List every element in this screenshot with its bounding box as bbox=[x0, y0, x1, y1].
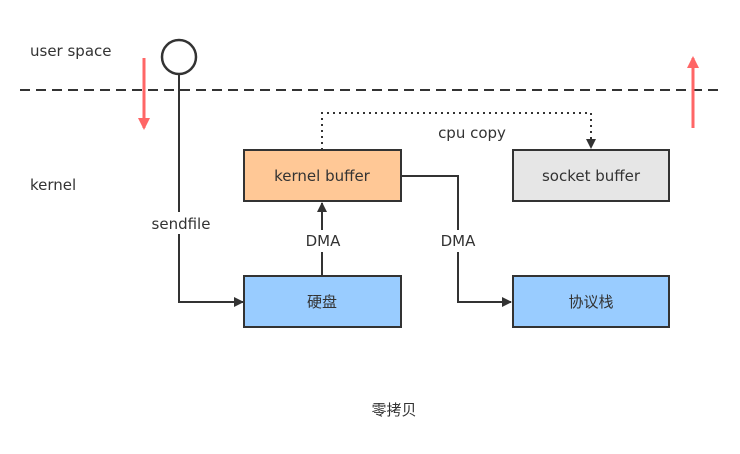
protocol-stack-label: 协议栈 bbox=[568, 293, 613, 311]
zero-copy-diagram: user space kernel sendfile DMA cpu copy … bbox=[0, 0, 740, 450]
user-space-label: user space bbox=[30, 42, 112, 60]
socket-buffer-box: socket buffer bbox=[512, 149, 670, 202]
kernel-buffer-box: kernel buffer bbox=[243, 149, 402, 202]
kernel-buffer-label: kernel buffer bbox=[274, 167, 371, 185]
disk-label: 硬盘 bbox=[307, 293, 337, 311]
dma-left-label: DMA bbox=[306, 232, 341, 250]
sendfile-label: sendfile bbox=[152, 215, 211, 233]
user-process-circle bbox=[160, 38, 198, 76]
disk-box: 硬盘 bbox=[243, 275, 402, 328]
kernel-label: kernel bbox=[30, 176, 76, 194]
cpu-copy-label: cpu copy bbox=[438, 124, 506, 142]
sendfile-arrow bbox=[178, 74, 244, 307]
socket-buffer-label: socket buffer bbox=[542, 167, 641, 185]
protocol-stack-box: 协议栈 bbox=[512, 275, 670, 328]
dma-right-label: DMA bbox=[441, 232, 476, 250]
diagram-canvas: user space kernel sendfile DMA cpu copy … bbox=[20, 38, 718, 419]
diagram-caption: 零拷贝 bbox=[371, 401, 416, 419]
